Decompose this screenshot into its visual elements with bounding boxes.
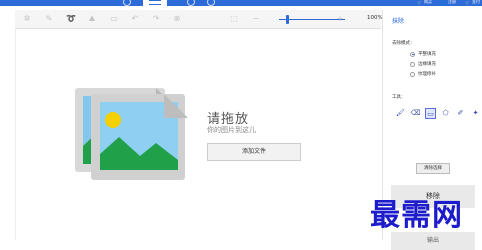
clear-selection-button[interactable]: 清除选择 (416, 163, 450, 174)
top-links: 🛒 购买 👤 注册 🛒 支付 (417, 0, 480, 5)
zoom-out-icon[interactable]: − (251, 14, 261, 24)
output-button[interactable]: 输出 (391, 232, 475, 250)
gallery-icon (149, 0, 161, 5)
mode-option-flat[interactable]: 平整填充 (410, 51, 436, 57)
person-icon: 👤 (441, 0, 447, 5)
help-icon[interactable] (207, 0, 215, 6)
top-link-label: 购买 (424, 0, 433, 4)
radio-button[interactable] (410, 71, 415, 77)
zoom-level: 100% (367, 15, 383, 21)
radio-button[interactable] (410, 51, 415, 57)
mode-option-label: 边缘填充 (418, 62, 436, 67)
cart-icon: 🛒 (417, 0, 423, 5)
panel-title: 抹除 (392, 18, 405, 25)
mode-option-label: 纹理修补 (418, 72, 436, 77)
eraser-tool-icon[interactable]: ⌫ (410, 108, 421, 119)
editor-toolbar: ✲ ✎ ➰ ⛰ ▭ ↶ ↷ ⊗ ⬚ − + 100% (15, 10, 383, 29)
zoom-slider-handle[interactable] (286, 15, 289, 24)
add-file-button[interactable]: 添加文件 (207, 143, 301, 161)
radio-button[interactable] (410, 61, 415, 67)
undo-icon[interactable]: ↶ (130, 14, 140, 24)
top-link-register[interactable]: 👤 注册 (441, 0, 456, 5)
watermark-text: 最需网 (370, 198, 463, 233)
lasso-tool-icon[interactable]: ✐ (455, 108, 466, 119)
drop-subtitle: 你的图片到这儿 (207, 126, 256, 134)
magic-wand-icon[interactable]: ✲ (22, 14, 32, 24)
mode-label: 去除模式： (392, 41, 415, 46)
settings-icon[interactable] (187, 0, 195, 6)
magic-wand-tool-icon[interactable]: ✦ (470, 108, 481, 119)
mode-option-label: 平整填充 (418, 52, 436, 57)
cart-icon: 🛒 (465, 0, 470, 5)
image-placeholder-icon (75, 88, 188, 180)
image-icon[interactable]: ▭ (109, 14, 119, 24)
lasso-icon[interactable]: ➰ (66, 14, 76, 24)
brush-icon[interactable]: ✎ (44, 14, 54, 24)
top-bar: 🛒 购买 👤 注册 🛒 支付 (0, 0, 482, 8)
top-link-label: 注册 (448, 0, 457, 4)
brush-tool-icon[interactable]: 🖌 (395, 108, 406, 119)
menu-icon[interactable] (123, 0, 131, 6)
top-link-label: 支付 (472, 0, 480, 4)
zoom-in-icon[interactable]: + (335, 14, 345, 24)
fit-screen-icon[interactable]: ⬚ (229, 14, 239, 24)
stop-icon[interactable]: ⊗ (172, 14, 182, 24)
tool-row: 🖌 ⌫ ▭ ⬠ ✐ ✦ (395, 108, 481, 119)
tools-label: 工具： (392, 95, 406, 100)
gallery-tab-button[interactable] (143, 0, 167, 8)
polygon-select-icon[interactable]: ⬠ (440, 108, 451, 119)
mountain-icon[interactable]: ⛰ (87, 14, 97, 24)
mode-option-edge[interactable]: 边缘填充 (410, 61, 436, 67)
top-link-buy[interactable]: 🛒 购买 (417, 0, 432, 5)
mode-option-texture[interactable]: 纹理修补 (410, 71, 436, 77)
top-link-pay[interactable]: 🛒 支付 (465, 0, 480, 5)
redo-icon[interactable]: ↷ (151, 14, 161, 24)
rectangle-select-icon[interactable]: ▭ (425, 108, 436, 119)
drop-canvas[interactable] (15, 29, 381, 240)
